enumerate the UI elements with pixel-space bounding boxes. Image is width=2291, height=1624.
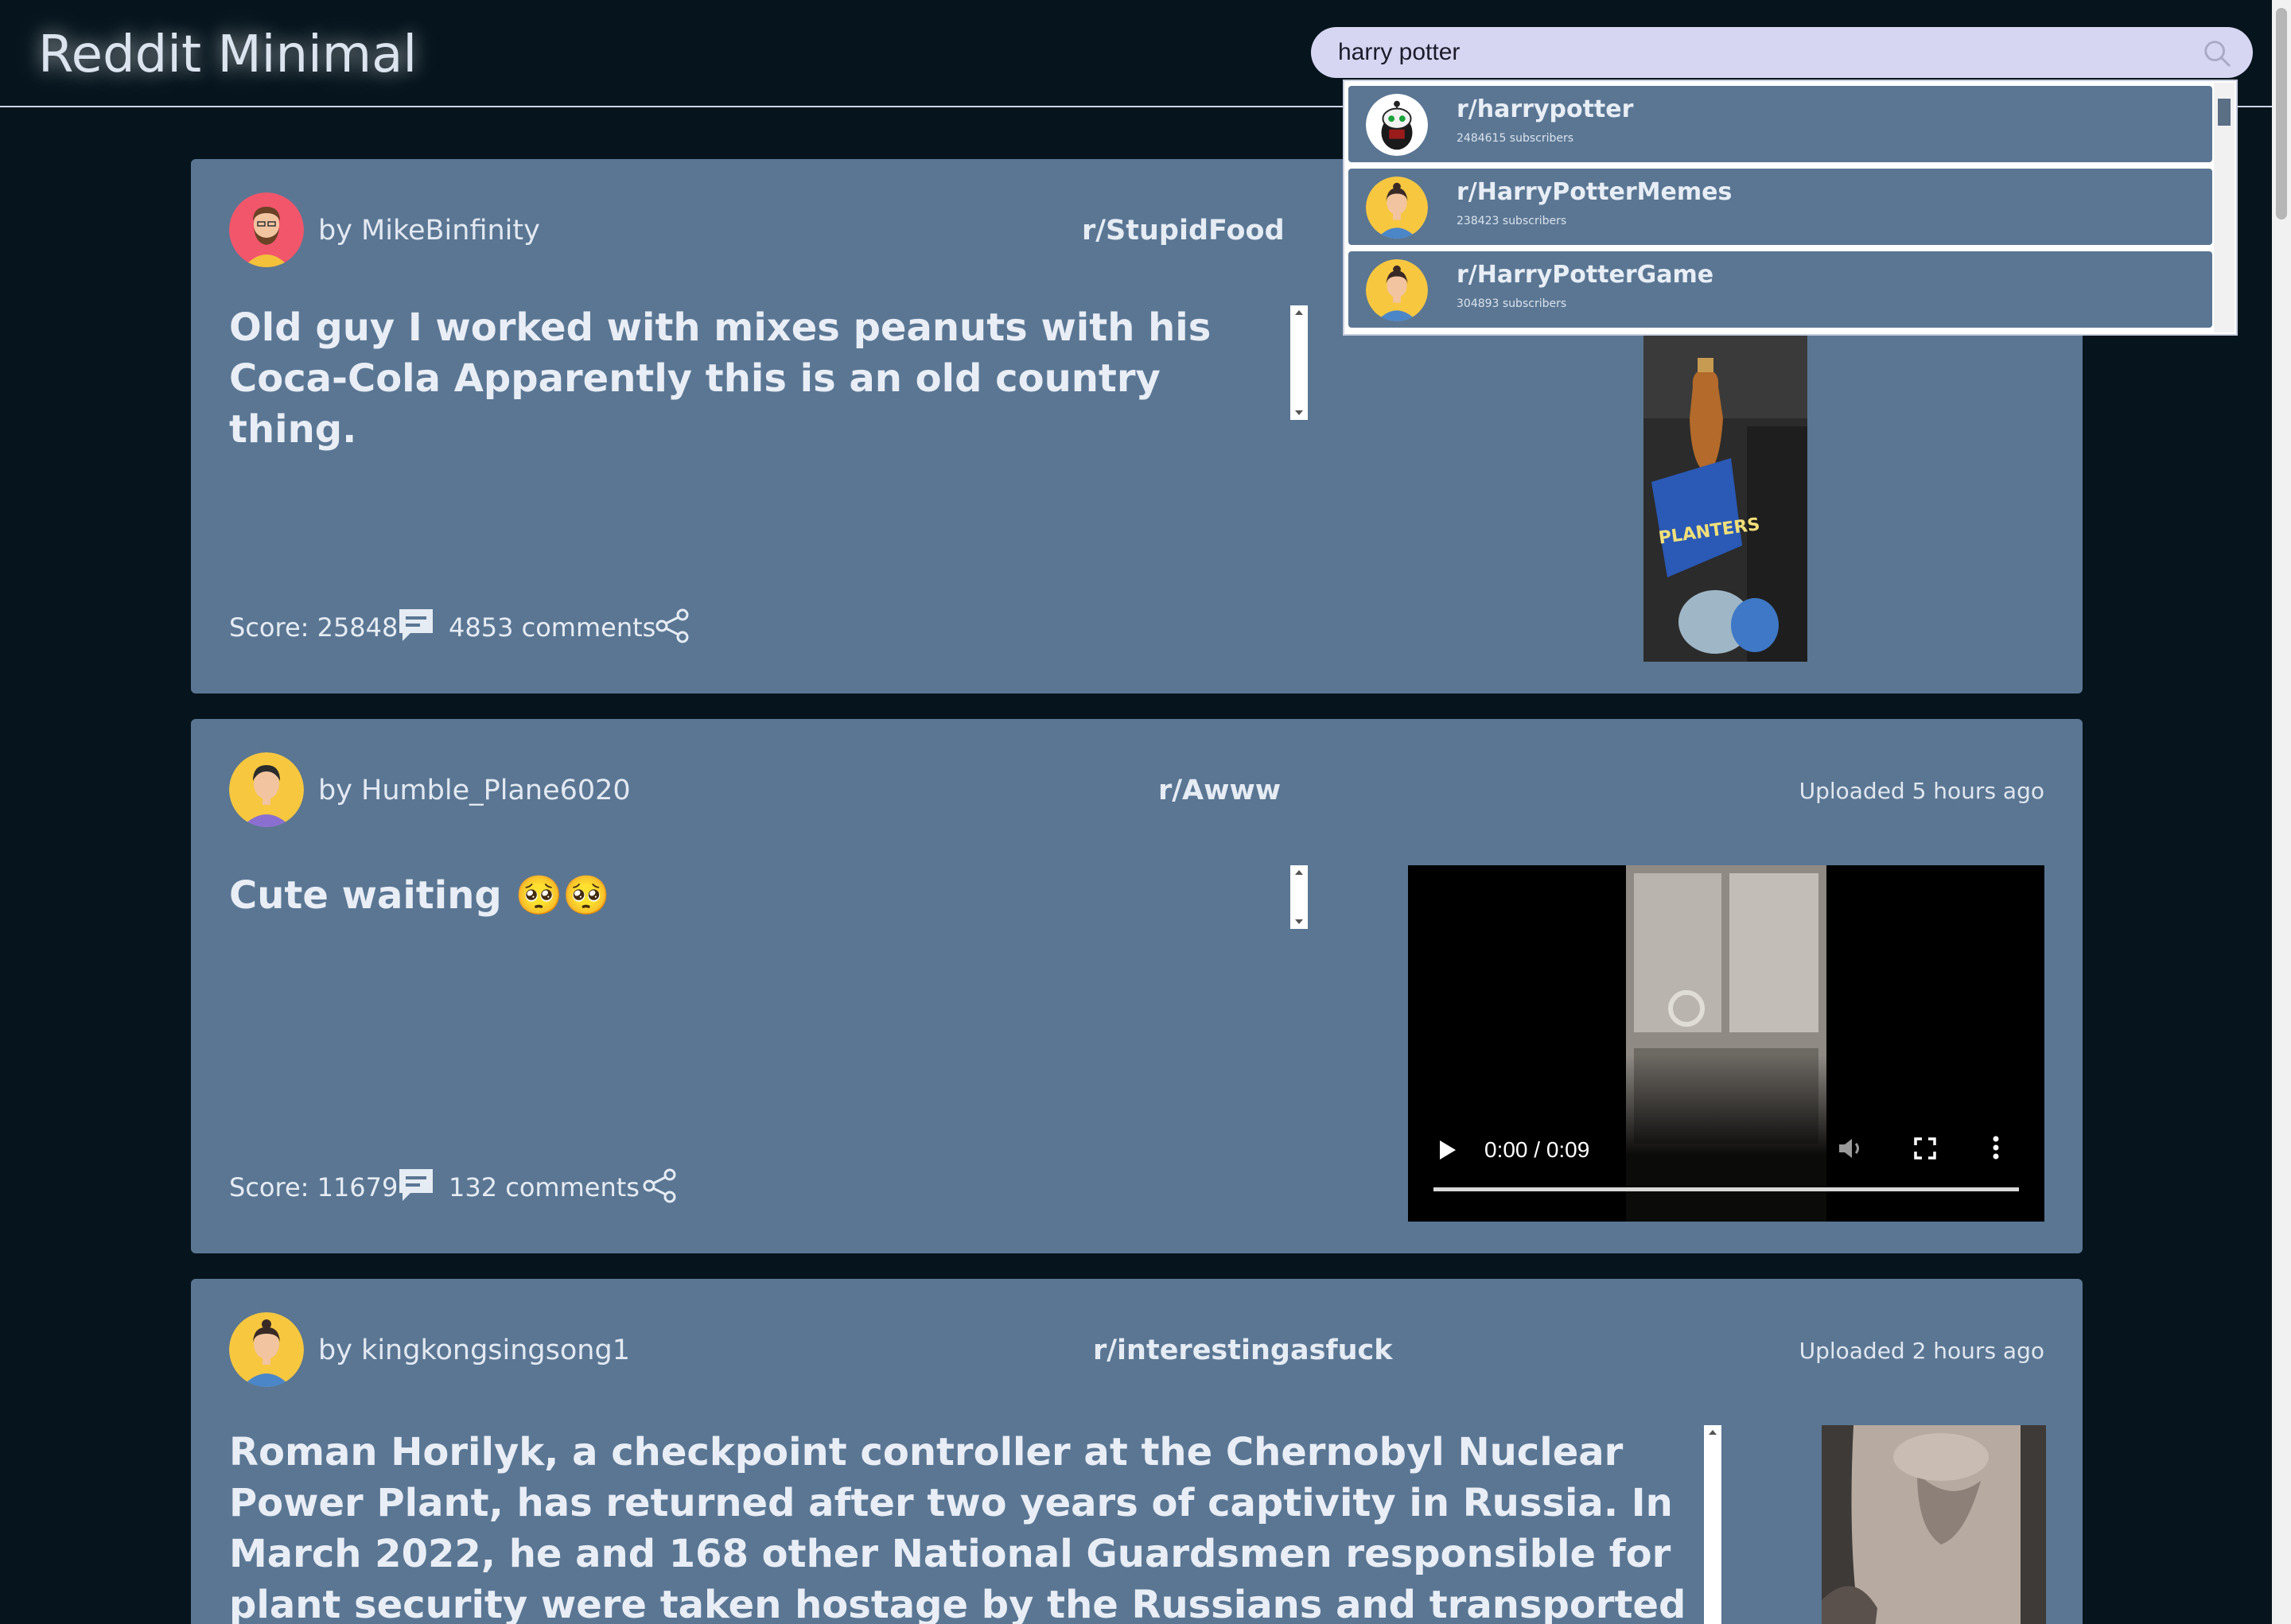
suggestion-item[interactable]: r/harrypotter 2484615 subscribers xyxy=(1348,86,2212,162)
suggestion-item[interactable]: r/HarryPotterGame 304893 subscribers xyxy=(1348,251,2212,328)
page: Reddit Minimal harry potter r/harrypotte… xyxy=(0,0,2291,1624)
suggestion-name: r/HarryPotterGame xyxy=(1457,261,1714,289)
post-video[interactable]: 0:00 / 0:09 xyxy=(1408,865,2044,1222)
post-card: by kingkongsingsong1 r/interestingasfuck… xyxy=(191,1279,2083,1624)
post-image[interactable] xyxy=(1822,1425,2046,1624)
post-score: Score: 11679 xyxy=(229,1172,399,1202)
post-timestamp: Uploaded 2 hours ago xyxy=(1799,1338,2044,1364)
post-timestamp: Uploaded 5 hours ago xyxy=(1799,778,2044,804)
search-bar[interactable] xyxy=(1311,27,2253,78)
post-image[interactable]: PLANTERS xyxy=(1643,323,1807,662)
share-icon[interactable] xyxy=(654,608,690,644)
title-scrollbar[interactable] xyxy=(1290,865,1308,929)
post-author[interactable]: by MikeBinfinity xyxy=(318,215,540,247)
default-avatar-icon xyxy=(1366,177,1428,239)
search-input[interactable] xyxy=(1338,27,2165,78)
scrollbar-thumb[interactable] xyxy=(2218,99,2231,126)
post-author[interactable]: by kingkongsingsong1 xyxy=(318,1335,630,1366)
video-controls: 0:00 / 0:09 xyxy=(1408,1055,2044,1222)
app-logo[interactable]: Reddit Minimal xyxy=(38,25,417,84)
post-subreddit[interactable]: r/StupidFood xyxy=(1082,215,1285,247)
post-comments[interactable]: 132 comments xyxy=(449,1172,640,1202)
suggestion-name: r/harrypotter xyxy=(1457,95,1634,123)
post-subreddit[interactable]: r/Awww xyxy=(1158,775,1281,806)
post-author[interactable]: by Humble_Plane6020 xyxy=(318,775,631,806)
title-scrollbar[interactable] xyxy=(1704,1425,1721,1624)
author-avatar xyxy=(229,752,304,827)
comment-icon[interactable] xyxy=(396,606,436,646)
author-avatar xyxy=(229,192,304,267)
comment-icon[interactable] xyxy=(396,1166,436,1206)
title-scrollbar[interactable] xyxy=(1290,305,1308,420)
post-comments[interactable]: 4853 comments xyxy=(449,612,655,643)
scrollbar-thumb[interactable] xyxy=(2276,8,2287,220)
volume-icon[interactable] xyxy=(1838,1137,1865,1160)
share-icon[interactable] xyxy=(641,1167,678,1204)
post-title: Old guy I worked with mixes peanuts with… xyxy=(229,305,1212,452)
suggestion-subscribers: 304893 subscribers xyxy=(1457,297,1567,310)
fullscreen-icon[interactable] xyxy=(1914,1137,1936,1160)
search-suggestions: r/harrypotter 2484615 subscribers r/Harr… xyxy=(1343,80,2238,336)
post-card: by Humble_Plane6020 r/Awww Uploaded 5 ho… xyxy=(191,719,2083,1253)
post-title: Roman Horilyk, a checkpoint controller a… xyxy=(229,1430,1686,1624)
post-title: Cute waiting 🥺🥺 xyxy=(229,873,610,918)
author-avatar xyxy=(229,1312,304,1387)
suggestion-subscribers: 2484615 subscribers xyxy=(1457,132,1574,145)
suggestion-item[interactable]: r/HarryPotterMemes 238423 subscribers xyxy=(1348,169,2212,245)
post-score: Score: 25848 xyxy=(229,612,399,643)
search-icon[interactable] xyxy=(2202,38,2232,68)
default-avatar-icon xyxy=(1366,259,1428,321)
page-scrollbar[interactable] xyxy=(2272,0,2291,1624)
more-options-icon[interactable] xyxy=(1992,1136,2000,1160)
suggestions-scrollbar[interactable] xyxy=(2214,83,2235,332)
post-subreddit[interactable]: r/interestingasfuck xyxy=(1093,1335,1393,1366)
suggestion-name: r/HarryPotterMemes xyxy=(1457,178,1733,206)
reddit-snoo-icon xyxy=(1366,94,1428,156)
play-icon[interactable] xyxy=(1438,1139,1457,1161)
video-progress-bar[interactable] xyxy=(1433,1187,2019,1191)
suggestion-list: r/harrypotter 2484615 subscribers r/Harr… xyxy=(1348,86,2212,334)
suggestion-subscribers: 238423 subscribers xyxy=(1457,215,1567,227)
video-time: 0:00 / 0:09 xyxy=(1484,1137,1590,1162)
